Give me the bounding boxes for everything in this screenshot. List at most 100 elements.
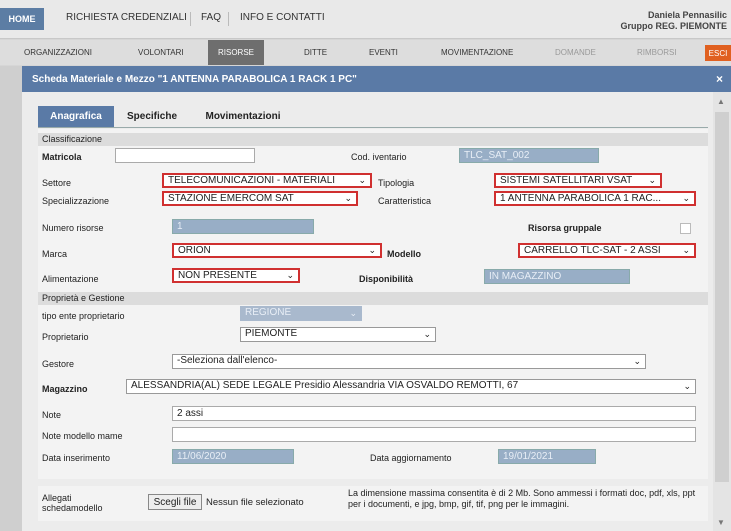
disponibilita-label: Disponibilità — [359, 274, 413, 284]
disponibilita-field: IN MAGAZZINO — [484, 269, 630, 284]
allegati-section: Allegati schedamodello Scegli file Nessu… — [38, 486, 708, 521]
data-inserimento-field: 11/06/2020 — [172, 449, 294, 464]
menu-risorse[interactable]: RISORSE — [208, 40, 264, 65]
gestore-label: Gestore — [42, 359, 75, 369]
no-file-text: Nessun file selezionato — [206, 497, 304, 508]
modal-header: Scheda Materiale e Mezzo "1 ANTENNA PARA… — [22, 66, 731, 92]
main-menu: ORGANIZZAZIONI VOLONTARI RISORSE DITTE E… — [0, 40, 731, 65]
marca-value: ORION — [178, 245, 211, 256]
tab-anagrafica[interactable]: Anagrafica — [38, 106, 114, 127]
data-aggiornamento-field: 19/01/2021 — [498, 449, 596, 464]
section-classificazione: Classificazione — [38, 133, 708, 146]
allegati-label-line1: Allegati — [42, 493, 72, 503]
matricola-input[interactable] — [115, 148, 255, 163]
modal-scrollbar[interactable]: ▲ ▼ — [713, 92, 731, 531]
gestore-value: -Seleziona dall'elenco- — [177, 355, 278, 366]
proprietario-value: PIEMONTE — [245, 328, 298, 339]
esci-button[interactable]: ESCI — [705, 45, 731, 61]
menu-rimborsi[interactable]: RIMBORSI — [637, 48, 677, 57]
chevron-down-icon: ⌄ — [683, 381, 691, 391]
alimentazione-value: NON PRESENTE — [178, 270, 257, 281]
close-icon[interactable]: × — [716, 72, 723, 86]
allegati-label-line2: schedamodello — [42, 503, 103, 513]
settore-value: TELECOMUNICAZIONI - MATERIALI — [168, 175, 336, 186]
tipologia-value: SISTEMI SATELLITARI VSAT — [500, 175, 633, 186]
chevron-down-icon: ⌄ — [648, 175, 656, 185]
menu-movimentazione[interactable]: MOVIMENTAZIONE — [441, 48, 513, 57]
magazzino-select[interactable]: ALESSANDRIA(AL) SEDE LEGALE Presidio Ale… — [126, 379, 696, 394]
menu-domande[interactable]: DOMANDE — [555, 48, 596, 57]
chevron-down-icon: ⌄ — [349, 308, 357, 318]
note-label: Note — [42, 410, 62, 420]
specializzazione-value: STAZIONE EMERCOM SAT — [168, 193, 294, 204]
scrollbar-thumb[interactable] — [715, 112, 729, 482]
caratteristica-label: Caratteristica — [378, 196, 432, 206]
section-proprieta-gestione: Proprietà e Gestione — [38, 292, 708, 305]
modello-label: Modello — [387, 249, 421, 259]
user-name: Daniela Pennasilic — [647, 10, 727, 20]
marca-label: Marca — [42, 249, 68, 259]
anagrafica-panel: Classificazione Matricola Cod. iventario… — [38, 129, 708, 479]
chevron-down-icon: ⌄ — [286, 270, 294, 280]
tipologia-label: Tipologia — [378, 178, 415, 188]
menu-organizzazioni[interactable]: ORGANIZZAZIONI — [24, 48, 92, 57]
chevron-down-icon: ⌄ — [423, 329, 431, 339]
caratteristica-select[interactable]: 1 ANTENNA PARABOLICA 1 RAC... ⌄ — [494, 191, 696, 206]
top-bar: HOME RICHIESTA CREDENZIALI FAQ INFO E CO… — [0, 0, 731, 39]
scheda-modal: Scheda Materiale e Mezzo "1 ANTENNA PARA… — [22, 66, 731, 531]
data-inserimento-label: Data inserimento — [42, 453, 111, 463]
chevron-down-icon: ⌄ — [682, 245, 690, 255]
alimentazione-select[interactable]: NON PRESENTE ⌄ — [172, 268, 300, 283]
tab-specifiche[interactable]: Specifiche — [116, 106, 188, 127]
chevron-down-icon: ⌄ — [682, 193, 690, 203]
chevron-down-icon: ⌄ — [368, 245, 376, 255]
magazzino-label: Magazzino — [42, 384, 88, 394]
menu-ditte[interactable]: DITTE — [304, 48, 327, 57]
specializzazione-select[interactable]: STAZIONE EMERCOM SAT ⌄ — [162, 191, 358, 206]
gestore-select[interactable]: -Seleziona dall'elenco- ⌄ — [172, 354, 646, 369]
note-modello-input[interactable] — [172, 427, 696, 442]
magazzino-value: ALESSANDRIA(AL) SEDE LEGALE Presidio Ale… — [131, 380, 519, 391]
tipologia-select[interactable]: SISTEMI SATELLITARI VSAT ⌄ — [494, 173, 662, 188]
separator — [190, 12, 191, 26]
upload-hint: La dimensione massima consentita è di 2 … — [348, 488, 696, 509]
background-page-edge — [0, 66, 22, 531]
matricola-label: Matricola — [42, 152, 82, 162]
tipo-ente-select: REGIONE ⌄ — [240, 306, 362, 321]
proprietario-label: Proprietario — [42, 332, 89, 342]
tipo-ente-value: REGIONE — [245, 307, 292, 318]
risorsa-gruppale-checkbox[interactable] — [680, 223, 691, 234]
caratteristica-value: 1 ANTENNA PARABOLICA 1 RAC... — [500, 193, 661, 204]
choose-file-button[interactable]: Scegli file — [148, 494, 202, 510]
settore-label: Settore — [42, 178, 72, 188]
risorsa-gruppale-label: Risorsa gruppale — [528, 223, 602, 233]
proprietario-select[interactable]: PIEMONTE ⌄ — [240, 327, 436, 342]
nav-richiesta-credenziali[interactable]: RICHIESTA CREDENZIALI — [66, 12, 187, 23]
modello-select[interactable]: CARRELLO TLC-SAT - 2 ASSI ⌄ — [518, 243, 696, 258]
scroll-down-icon[interactable]: ▼ — [717, 518, 725, 527]
alimentazione-label: Alimentazione — [42, 274, 99, 284]
cod-inventario-field: TLC_SAT_002 — [459, 148, 599, 163]
menu-eventi[interactable]: EVENTI — [369, 48, 398, 57]
settore-select[interactable]: TELECOMUNICAZIONI - MATERIALI ⌄ — [162, 173, 372, 188]
user-info[interactable]: Daniela Pennasilic Gruppo REG. PIEMONTE — [620, 10, 727, 32]
modal-title: Scheda Materiale e Mezzo "1 ANTENNA PARA… — [32, 74, 357, 85]
menu-volontari[interactable]: VOLONTARI — [138, 48, 184, 57]
nav-info-contatti[interactable]: INFO E CONTATTI — [240, 12, 325, 23]
nav-home[interactable]: HOME — [0, 8, 44, 30]
tab-movimentazioni[interactable]: Movimentazioni — [190, 106, 296, 127]
tab-divider — [38, 127, 708, 128]
nav-faq[interactable]: FAQ — [201, 12, 221, 23]
data-aggiornamento-label: Data aggiornamento — [370, 453, 452, 463]
allegati-label: Allegati schedamodello — [42, 493, 103, 513]
note-input[interactable]: 2 assi — [172, 406, 696, 421]
marca-select[interactable]: ORION ⌄ — [172, 243, 382, 258]
separator — [228, 12, 229, 26]
scroll-up-icon[interactable]: ▲ — [717, 97, 725, 106]
numero-risorse-field: 1 — [172, 219, 314, 234]
chevron-down-icon: ⌄ — [344, 193, 352, 203]
cod-inventario-label: Cod. iventario — [351, 152, 407, 162]
specializzazione-label: Specializzazione — [42, 196, 110, 206]
user-group: Gruppo REG. PIEMONTE — [620, 21, 727, 31]
numero-risorse-label: Numero risorse — [42, 223, 104, 233]
